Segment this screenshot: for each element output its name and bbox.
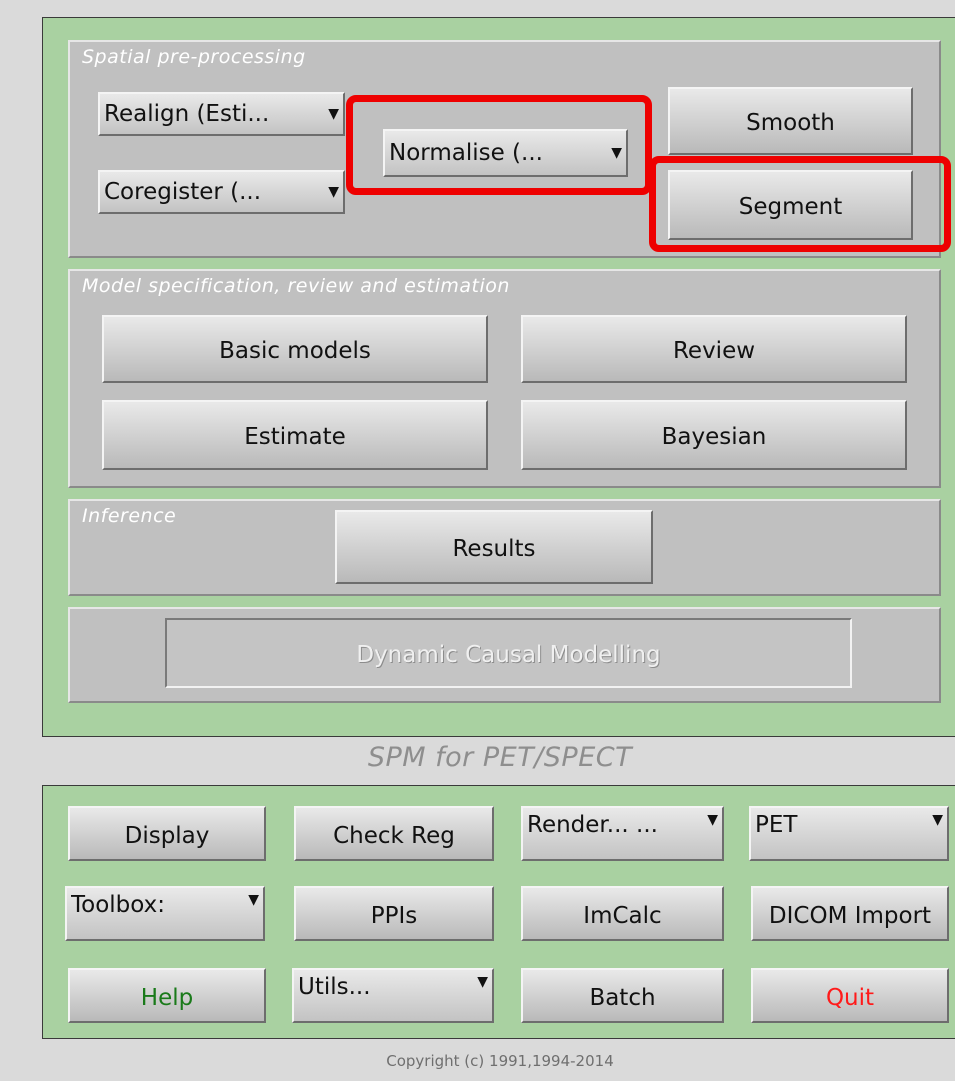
ppis-label: PPIs	[370, 902, 418, 929]
dynamic-causal-modelling-button: Dynamic Causal Modelling	[165, 618, 852, 688]
batch-label: Batch	[589, 984, 656, 1011]
utils-dropdown[interactable]: Utils... ▼	[292, 968, 494, 1023]
realign-dropdown[interactable]: Realign (Esti... ▼	[98, 92, 345, 136]
help-label: Help	[140, 984, 194, 1011]
realign-dropdown-label: Realign (Esti...	[104, 101, 270, 127]
chevron-down-icon: ▼	[248, 892, 259, 908]
coregister-dropdown-label: Coregister (...	[104, 179, 262, 205]
bayesian-button[interactable]: Bayesian	[521, 400, 907, 470]
basic-models-button[interactable]: Basic models	[102, 315, 488, 383]
display-label: Display	[124, 822, 210, 849]
check-reg-button[interactable]: Check Reg	[294, 806, 494, 861]
quit-button[interactable]: Quit	[751, 968, 949, 1023]
chevron-down-icon: ▼	[707, 812, 718, 828]
batch-button[interactable]: Batch	[521, 968, 724, 1023]
imcalc-label: ImCalc	[583, 902, 662, 929]
dcm-label: Dynamic Causal Modelling	[356, 642, 661, 668]
review-button[interactable]: Review	[521, 315, 907, 383]
chevron-down-icon: ▼	[328, 184, 339, 200]
normalise-highlight-box	[346, 95, 652, 195]
segment-highlight-box	[649, 156, 951, 252]
spatial-panel-title: Spatial pre-processing	[82, 46, 306, 68]
imcalc-button[interactable]: ImCalc	[521, 886, 724, 941]
chevron-down-icon: ▼	[328, 106, 339, 122]
results-button[interactable]: Results	[335, 510, 653, 584]
model-panel-title: Model specification, review and estimati…	[82, 275, 510, 297]
smooth-button-label: Smooth	[746, 110, 835, 136]
render-dropdown-label: Render... ...	[527, 812, 658, 838]
modality-dropdown-label: PET	[755, 812, 798, 838]
ppis-button[interactable]: PPIs	[294, 886, 494, 941]
dicom-import-button[interactable]: DICOM Import	[751, 886, 949, 941]
modality-dropdown[interactable]: PET ▼	[749, 806, 949, 861]
help-button[interactable]: Help	[68, 968, 266, 1023]
toolbox-dropdown-label: Toolbox:	[71, 892, 165, 918]
render-dropdown[interactable]: Render... ... ▼	[521, 806, 724, 861]
smooth-button[interactable]: Smooth	[668, 87, 913, 155]
estimate-button[interactable]: Estimate	[102, 400, 488, 470]
coregister-dropdown[interactable]: Coregister (... ▼	[98, 170, 345, 214]
dicom-import-label: DICOM Import	[768, 902, 932, 929]
basic-models-label: Basic models	[219, 338, 371, 364]
bayesian-label: Bayesian	[661, 424, 767, 450]
modality-subtitle: SPM for PET/SPECT	[367, 742, 633, 773]
results-label: Results	[452, 536, 536, 562]
chevron-down-icon: ▼	[932, 812, 943, 828]
estimate-label: Estimate	[244, 424, 346, 450]
check-reg-label: Check Reg	[333, 822, 455, 849]
chevron-down-icon: ▼	[477, 974, 488, 990]
copyright-text: Copyright (c) 1991,1994-2014	[386, 1052, 614, 1070]
review-label: Review	[672, 338, 756, 364]
inference-panel-title: Inference	[82, 505, 177, 527]
utils-dropdown-label: Utils...	[298, 974, 371, 1000]
quit-label: Quit	[825, 984, 875, 1011]
display-button[interactable]: Display	[68, 806, 266, 861]
toolbox-dropdown[interactable]: Toolbox: ▼	[65, 886, 265, 941]
